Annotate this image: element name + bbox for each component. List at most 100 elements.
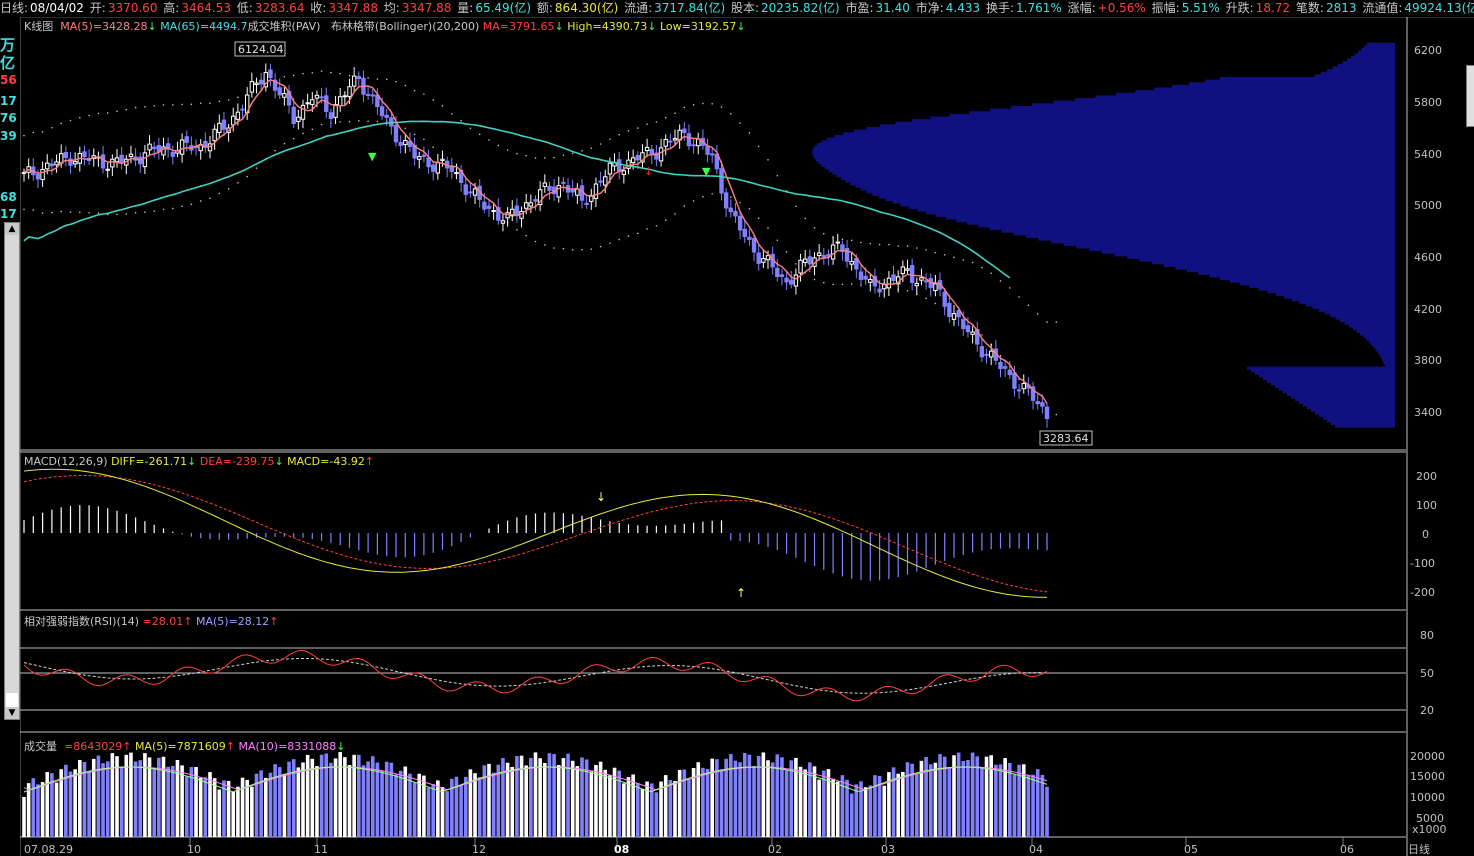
bollinger-upper-dot — [1046, 321, 1048, 323]
volume-bar — [240, 777, 245, 837]
candle-body — [733, 210, 738, 217]
volume-profile-bar — [1074, 98, 1395, 102]
volume-profile-bar — [1204, 79, 1395, 83]
volume-profile-bar — [1050, 240, 1395, 244]
bollinger-upper-dot — [627, 130, 630, 132]
bollinger-upper-dot — [953, 256, 955, 259]
candle-body — [909, 265, 915, 283]
volume-bar — [826, 769, 831, 837]
volume-bar — [505, 762, 510, 837]
bollinger-upper-dot — [1009, 287, 1011, 289]
bollinger-lower-dot — [116, 213, 118, 216]
bollinger-upper-dot — [534, 157, 537, 159]
candle-body — [775, 267, 780, 277]
bollinger-upper-dot — [134, 106, 137, 109]
vertical-scrollbar[interactable]: ▲ ▼ — [4, 222, 20, 720]
volume-profile-bar — [821, 163, 1395, 167]
volume-bar — [315, 766, 319, 837]
candle-body — [900, 266, 906, 275]
candle-body — [979, 346, 985, 358]
low-label: 低: — [236, 1, 253, 15]
rsi-ma5-up-icon: ↑ — [269, 615, 279, 628]
left-value-5: 68 — [0, 190, 17, 204]
candle-body — [761, 258, 766, 263]
bollinger-lower-dot — [785, 251, 788, 253]
candle-body — [170, 151, 176, 157]
volume-bar — [626, 777, 631, 837]
bollinger-upper-dot — [590, 147, 593, 150]
volume-bar — [412, 782, 417, 837]
date-label: 日线: — [0, 1, 29, 15]
volume-bar — [1035, 769, 1040, 837]
volume-profile-bar — [1371, 342, 1395, 346]
bollinger-upper-dot — [283, 75, 286, 78]
volume-profile-bar — [1332, 66, 1395, 70]
macd-down-arrow-icon: ↓ — [596, 490, 606, 504]
avg-label: 均: — [383, 1, 400, 15]
bollinger-upper-dot — [376, 78, 379, 80]
bollinger-upper-dot — [730, 113, 732, 115]
volume-bar — [119, 766, 124, 837]
bollinger-lower-dot — [525, 234, 527, 237]
volume-profile-bar — [1305, 303, 1395, 307]
volume-profile-bar — [1259, 374, 1395, 378]
macd-params: (12,26,9) — [56, 455, 108, 468]
bollinger-upper-dot — [692, 104, 695, 106]
candle-body — [686, 133, 692, 147]
right-scroll-handle[interactable] — [1466, 65, 1474, 127]
candle-body — [291, 106, 296, 125]
volume-bar — [696, 762, 701, 837]
candle-body — [147, 143, 152, 151]
volume-profile-bar — [1154, 87, 1395, 91]
volume-profile-bar — [1314, 74, 1395, 78]
vol-ytick-10000: 10000 — [1410, 791, 1445, 804]
bollinger-lower-dot — [190, 203, 193, 206]
volume-bar — [989, 755, 993, 837]
bollinger-upper-dot — [702, 102, 704, 105]
candle-body — [858, 271, 864, 280]
candle-body — [105, 168, 110, 171]
volume-profile-bar — [1352, 327, 1395, 331]
volume-profile-bar — [900, 203, 1395, 207]
left-value-6: 17 — [0, 207, 17, 221]
diff-legend: DIFF=-261.71 — [111, 455, 188, 468]
volume-bar — [236, 786, 240, 837]
volume-profile-bar — [1327, 69, 1395, 73]
scroll-up-icon[interactable]: ▲ — [5, 223, 19, 235]
candle-body — [114, 157, 120, 163]
candle-body — [431, 164, 436, 172]
volume-bar — [361, 765, 366, 837]
volume-profile-bar — [1291, 395, 1395, 399]
scroll-thumb[interactable] — [6, 693, 18, 707]
bollinger-lower-dot — [134, 211, 137, 214]
bollinger-lower-dot — [702, 195, 704, 198]
open-value: 3370.60 — [107, 1, 158, 15]
quote-bar: 日线: 08/04/02 开: 3370.60 高: 3464.53 低: 3283.6… — [0, 0, 1474, 18]
candle-body — [547, 185, 552, 191]
bollinger-upper-dot — [181, 103, 183, 106]
macd-legend: MACD(12,26,9) DIFF=-261.71↓ DEA=-239.75↓… — [24, 455, 374, 468]
boll-high-legend: High=4390.73 — [567, 20, 648, 33]
volume-profile-bar — [815, 158, 1395, 162]
volume-bar — [519, 755, 524, 837]
diff-down-icon: ↓ — [187, 455, 197, 468]
volume-bar — [101, 763, 105, 837]
volume-bar — [975, 756, 980, 837]
volume-bar — [64, 764, 68, 837]
volume-bar — [547, 753, 552, 837]
candle-body — [984, 353, 989, 356]
volume-bar — [533, 752, 538, 837]
volume-bar — [473, 773, 477, 837]
scroll-down-icon[interactable]: ▼ — [5, 707, 19, 719]
volume-profile-bar — [845, 179, 1395, 183]
volume-profile-bar — [1258, 287, 1395, 291]
float-value: 3717.84(亿) — [654, 1, 726, 15]
volume-profile-bar — [1383, 361, 1395, 365]
volume-bar — [849, 793, 854, 837]
volume-profile-bar — [1151, 261, 1395, 265]
volume-profile-bar — [1267, 379, 1395, 383]
kline-title: K线图 — [24, 20, 54, 33]
volume-bar — [608, 775, 612, 837]
candle-body — [1035, 401, 1040, 405]
bollinger-lower-dot — [292, 137, 295, 140]
